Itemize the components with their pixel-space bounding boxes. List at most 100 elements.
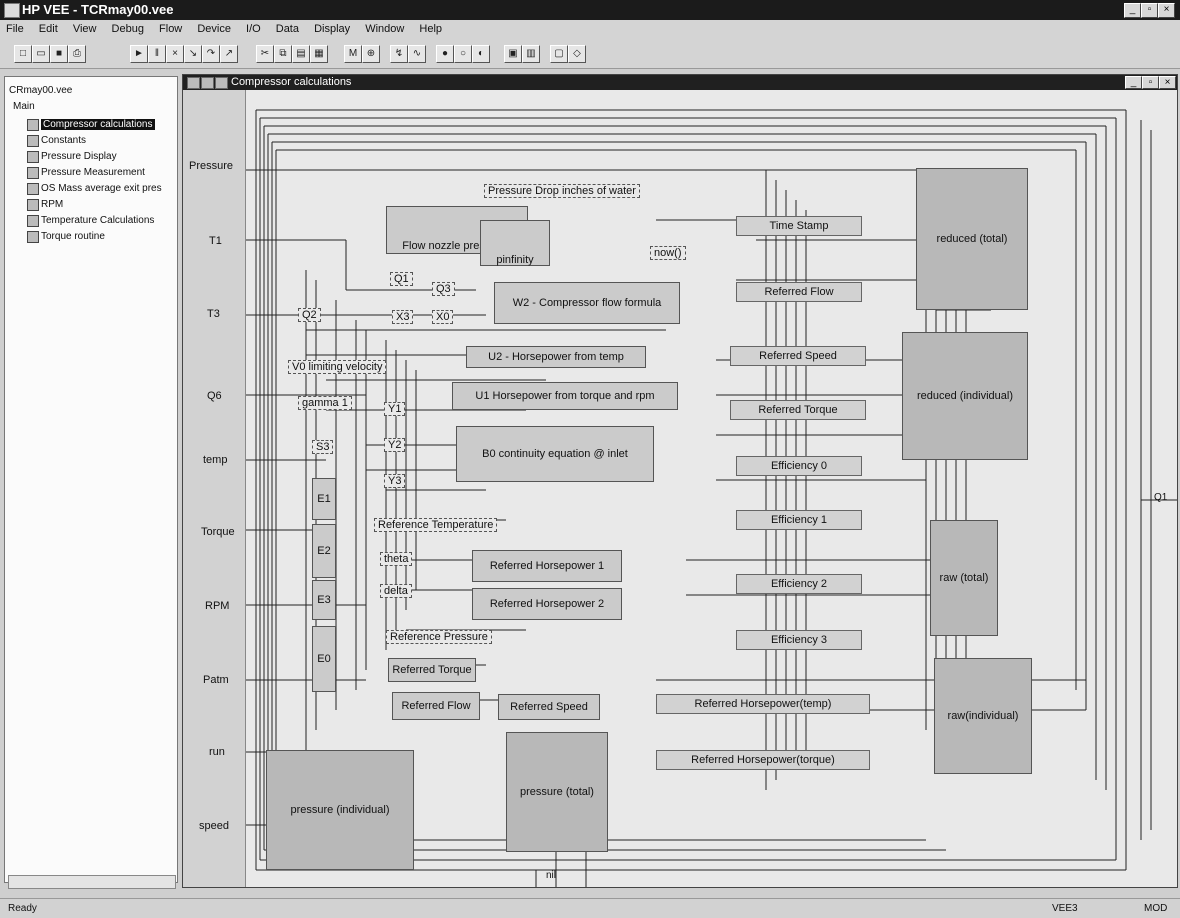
tree-item-pressure-measurement[interactable]: Pressure Measurement bbox=[27, 167, 145, 179]
panel-icon[interactable] bbox=[201, 77, 214, 89]
find-icon[interactable]: M bbox=[344, 45, 362, 63]
tree-item-rpm[interactable]: RPM bbox=[27, 199, 63, 211]
input-patm[interactable]: Patm bbox=[203, 674, 229, 686]
menu-file[interactable]: File bbox=[0, 20, 30, 35]
input-torque[interactable]: Torque bbox=[201, 526, 235, 538]
var-e0[interactable]: E0 bbox=[312, 626, 336, 692]
theta-label[interactable]: theta bbox=[380, 552, 413, 566]
open-icon[interactable]: ▭ bbox=[32, 45, 50, 63]
u2-formula-box[interactable]: U2 - Horsepower from temp bbox=[466, 346, 646, 368]
display-referred-flow[interactable]: Referred Flow bbox=[736, 282, 862, 302]
tree-horizontal-scrollbar[interactable] bbox=[8, 875, 176, 889]
display-reduced-total[interactable]: reduced (total) bbox=[916, 168, 1028, 310]
var-e1[interactable]: E1 bbox=[312, 478, 336, 520]
b0-formula-box[interactable]: B0 continuity equation @ inlet bbox=[456, 426, 654, 482]
menu-device[interactable]: Device bbox=[191, 20, 237, 35]
inner-restore-button[interactable]: ▫ bbox=[1142, 76, 1159, 89]
gamma-label[interactable]: gamma 1 bbox=[298, 396, 352, 410]
stop-icon[interactable]: × bbox=[166, 45, 184, 63]
menu-help[interactable]: Help bbox=[413, 20, 448, 35]
print-icon[interactable]: ⎙ bbox=[68, 45, 86, 63]
display-referred-horsepower-temp[interactable]: Referred Horsepower(temp) bbox=[656, 694, 870, 714]
display-efficiency-0[interactable]: Efficiency 0 bbox=[736, 456, 862, 476]
reference-temperature-label[interactable]: Reference Temperature bbox=[374, 518, 498, 532]
maximize-button[interactable]: ▫ bbox=[1141, 3, 1158, 18]
input-run[interactable]: run bbox=[209, 746, 225, 758]
close-button[interactable]: × bbox=[1158, 3, 1175, 18]
now-function[interactable]: now() bbox=[650, 246, 686, 260]
input-speed[interactable]: speed bbox=[199, 820, 229, 832]
cut-icon[interactable]: ✂ bbox=[256, 45, 274, 63]
flow-icon[interactable]: ∿ bbox=[408, 45, 426, 63]
properties-icon[interactable]: ▥ bbox=[522, 45, 540, 63]
output-terminal-q1[interactable]: Q1 bbox=[1154, 492, 1167, 503]
var-y2[interactable]: Y2 bbox=[384, 438, 406, 452]
inner-close-button[interactable]: × bbox=[1159, 76, 1176, 89]
step-out-icon[interactable]: ↗ bbox=[220, 45, 238, 63]
window-menu-icon[interactable] bbox=[187, 77, 200, 89]
display-pressure-total[interactable]: pressure (total) bbox=[506, 732, 608, 852]
var-e2[interactable]: E2 bbox=[312, 524, 336, 578]
detail-view-icon[interactable]: ◇ bbox=[568, 45, 586, 63]
tree-item-compressor[interactable]: Compressor calculations bbox=[27, 119, 155, 131]
clear-breakpoint-icon[interactable]: ○ bbox=[454, 45, 472, 63]
panel-view-icon[interactable]: ▢ bbox=[550, 45, 568, 63]
menu-window[interactable]: Window bbox=[359, 20, 410, 35]
var-q1[interactable]: Q1 bbox=[390, 272, 413, 286]
input-q6[interactable]: Q6 bbox=[207, 390, 222, 402]
step-over-icon[interactable]: ↷ bbox=[202, 45, 220, 63]
tree-item-torque[interactable]: Torque routine bbox=[27, 231, 105, 243]
var-e3[interactable]: E3 bbox=[312, 580, 336, 620]
display-time-stamp[interactable]: Time Stamp bbox=[736, 216, 862, 236]
reference-pressure-label[interactable]: Reference Pressure bbox=[386, 630, 492, 644]
copy-icon[interactable]: ⧉ bbox=[274, 45, 292, 63]
display-efficiency-2[interactable]: Efficiency 2 bbox=[736, 574, 862, 594]
menu-debug[interactable]: Debug bbox=[106, 20, 150, 35]
minimize-button[interactable]: _ bbox=[1124, 3, 1141, 18]
tree-root[interactable]: CRmay00.vee bbox=[9, 85, 72, 96]
display-reduced-individual[interactable]: reduced (individual) bbox=[902, 332, 1028, 460]
line-probe-icon[interactable]: ↯ bbox=[390, 45, 408, 63]
var-q3[interactable]: Q3 bbox=[432, 282, 455, 296]
tree-main[interactable]: Main bbox=[13, 101, 35, 112]
clone-icon[interactable]: ▦ bbox=[310, 45, 328, 63]
display-raw-total[interactable]: raw (total) bbox=[930, 520, 998, 636]
input-pressure[interactable]: Pressure bbox=[189, 160, 233, 172]
activate-breakpoint-icon[interactable]: ◐ bbox=[472, 45, 490, 63]
input-t1[interactable]: T1 bbox=[209, 235, 222, 247]
tree-item-constants[interactable]: Constants bbox=[27, 135, 86, 147]
new-icon[interactable]: □ bbox=[14, 45, 32, 63]
pressure-drop-label[interactable]: Pressure Drop inches of water bbox=[484, 184, 640, 198]
paste-icon[interactable]: ▤ bbox=[292, 45, 310, 63]
display-raw-individual[interactable]: raw(individual) bbox=[934, 658, 1032, 774]
run-icon[interactable]: ► bbox=[130, 45, 148, 63]
display-efficiency-1[interactable]: Efficiency 1 bbox=[736, 510, 862, 530]
zoom-icon[interactable]: ⊕ bbox=[362, 45, 380, 63]
step-into-icon[interactable]: ↘ bbox=[184, 45, 202, 63]
var-y1[interactable]: Y1 bbox=[384, 402, 406, 416]
display-referred-torque[interactable]: Referred Torque bbox=[730, 400, 866, 420]
display-referred-speed[interactable]: Referred Speed bbox=[730, 346, 866, 366]
var-x3[interactable]: X3 bbox=[392, 310, 414, 324]
referred-torque-box[interactable]: Referred Torque bbox=[388, 658, 476, 682]
program-explorer-icon[interactable]: ▣ bbox=[504, 45, 522, 63]
input-rpm[interactable]: RPM bbox=[205, 600, 229, 612]
tree-item-os-mass[interactable]: OS Mass average exit pres bbox=[27, 183, 162, 195]
menu-view[interactable]: View bbox=[67, 20, 103, 35]
menu-data[interactable]: Data bbox=[270, 20, 305, 35]
pause-icon[interactable]: ‖ bbox=[148, 45, 166, 63]
u1-formula-box[interactable]: U1 Horsepower from torque and rpm bbox=[452, 382, 678, 410]
inner-minimize-button[interactable]: _ bbox=[1125, 76, 1142, 89]
detail-icon[interactable] bbox=[215, 77, 228, 89]
referred-horsepower-2-box[interactable]: Referred Horsepower 2 bbox=[472, 588, 622, 620]
menu-display[interactable]: Display bbox=[308, 20, 356, 35]
referred-flow-box[interactable]: Referred Flow bbox=[392, 692, 480, 720]
tree-item-temperature[interactable]: Temperature Calculations bbox=[27, 215, 154, 227]
v0-label[interactable]: V0 limiting velocity bbox=[288, 360, 387, 374]
tree-item-pressure-display[interactable]: Pressure Display bbox=[27, 151, 117, 163]
referred-speed-box[interactable]: Referred Speed bbox=[498, 694, 600, 720]
display-pressure-individual[interactable]: pressure (individual) bbox=[266, 750, 414, 870]
menu-io[interactable]: I/O bbox=[240, 20, 267, 35]
var-s3[interactable]: S3 bbox=[312, 440, 334, 454]
display-referred-horsepower-torque[interactable]: Referred Horsepower(torque) bbox=[656, 750, 870, 770]
